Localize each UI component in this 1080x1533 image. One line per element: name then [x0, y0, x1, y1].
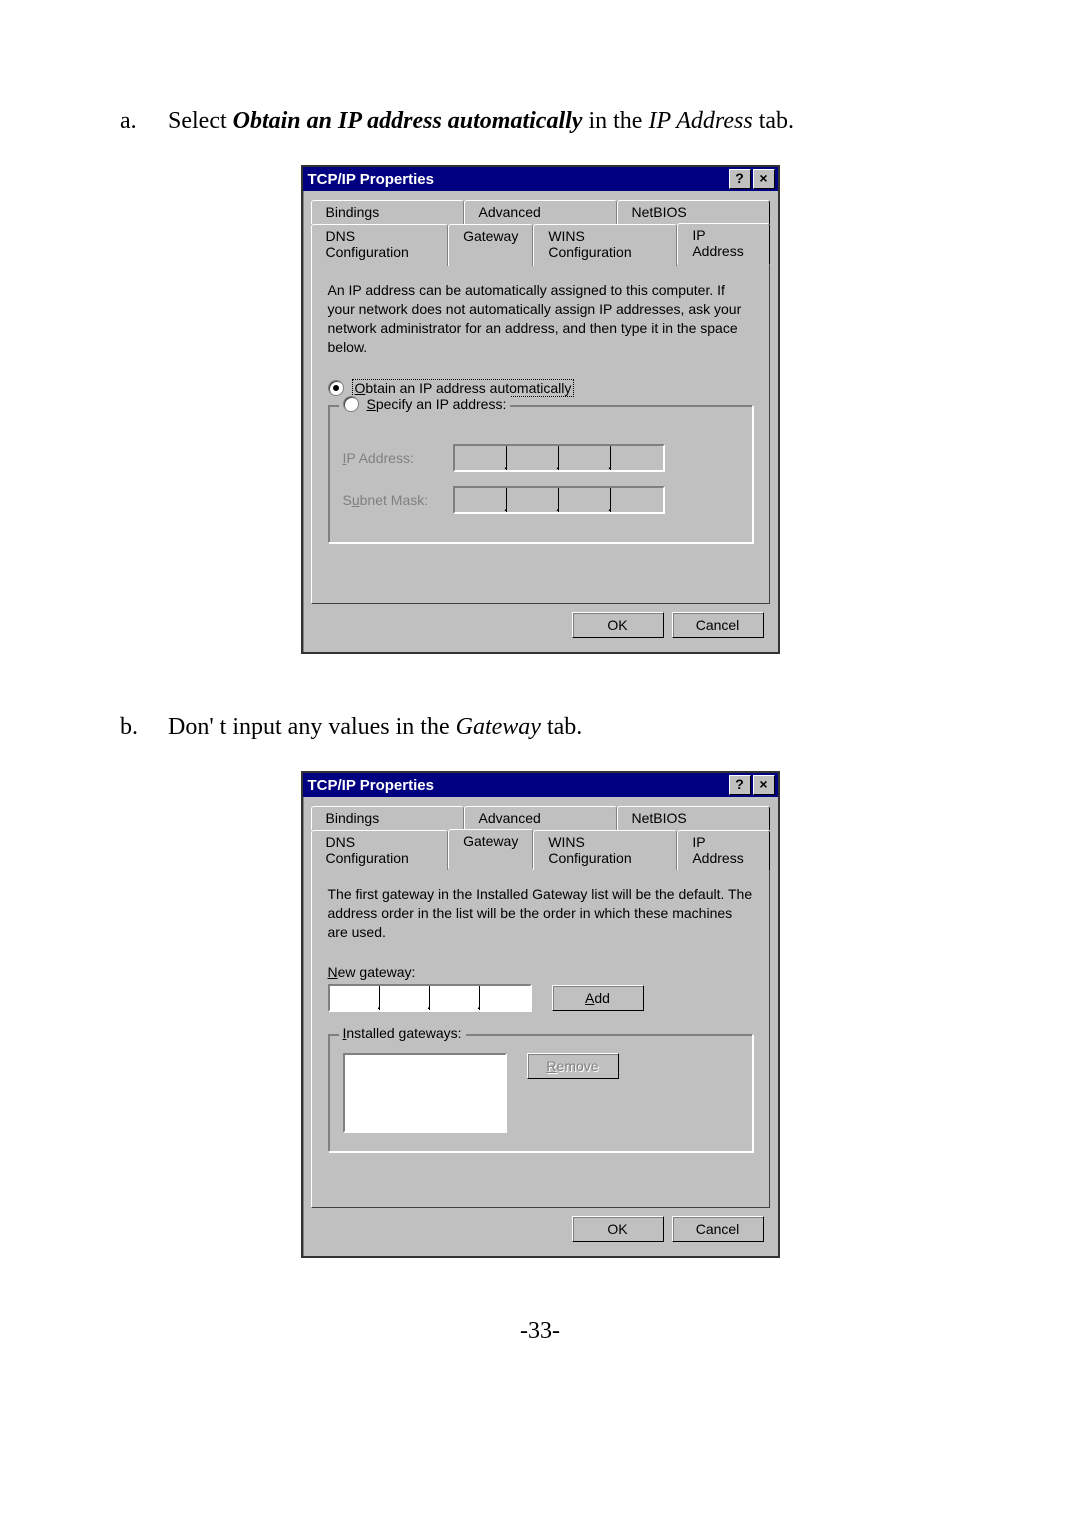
titlebar[interactable]: TCP/IP Properties ? ×	[303, 773, 778, 797]
tab-wins[interactable]: WINS Configuration	[533, 830, 677, 870]
ok-button[interactable]: OK	[572, 1216, 664, 1242]
tab-advanced[interactable]: Advanced	[464, 806, 617, 830]
help-button[interactable]: ?	[729, 169, 751, 189]
close-button[interactable]: ×	[753, 169, 775, 189]
cancel-button[interactable]: Cancel	[672, 1216, 764, 1242]
radio-obtain[interactable]	[328, 380, 344, 396]
add-button[interactable]: Add	[552, 985, 644, 1011]
tab-ipaddress[interactable]: IP Address	[677, 223, 769, 265]
tab-netbios[interactable]: NetBIOS	[617, 806, 770, 830]
instruction-a-text: Select Obtain an IP address automaticall…	[168, 108, 794, 135]
instruction-a: a. Select Obtain an IP address automatic…	[120, 108, 960, 135]
help-button[interactable]: ?	[729, 775, 751, 795]
installed-gateways-list[interactable]	[343, 1053, 507, 1133]
dialog-title: TCP/IP Properties	[306, 777, 727, 794]
tab-netbios[interactable]: NetBIOS	[617, 200, 770, 224]
ip-address-input	[453, 444, 665, 472]
emphasis-gateway: Gateway	[456, 714, 541, 740]
tab-bindings[interactable]: Bindings	[311, 200, 464, 224]
tab-advanced[interactable]: Advanced	[464, 200, 617, 224]
dialog-title: TCP/IP Properties	[306, 171, 727, 188]
radio-specify-label: Specify an IP address:	[367, 396, 507, 412]
tab-panel-gateway: The first gateway in the Installed Gatew…	[311, 868, 770, 1208]
instruction-b: b. Don' t input any values in the Gatewa…	[120, 714, 960, 741]
new-gateway-label: New gateway:	[328, 964, 753, 980]
radio-specify[interactable]	[343, 396, 359, 412]
subnet-mask-input	[453, 486, 665, 514]
list-letter-b: b.	[120, 714, 168, 741]
remove-button: Remove	[527, 1053, 619, 1079]
close-button[interactable]: ×	[753, 775, 775, 795]
tcpip-dialog-ipaddress: TCP/IP Properties ? × Bindings Advanced …	[301, 165, 780, 654]
subnet-mask-label: Subnet Mask:	[343, 492, 453, 508]
ip-address-label: IP Address:	[343, 450, 453, 466]
installed-gateways-label: Installed gateways:	[343, 1025, 462, 1041]
radio-obtain-label: Obtain an IP address automatically	[352, 379, 575, 397]
tab-gateway[interactable]: Gateway	[448, 829, 533, 869]
tcpip-dialog-gateway: TCP/IP Properties ? × Bindings Advanced …	[301, 771, 780, 1258]
specify-ip-group: Specify an IP address: IP Address: Subne…	[328, 405, 753, 543]
new-gateway-input[interactable]	[328, 984, 532, 1012]
tab-gateway[interactable]: Gateway	[448, 224, 533, 266]
tab-bindings[interactable]: Bindings	[311, 806, 464, 830]
tab-wins[interactable]: WINS Configuration	[533, 224, 677, 266]
emphasis-ipaddress: IP Address	[648, 108, 752, 134]
page-number: -33-	[120, 1318, 960, 1345]
emphasis-obtain: Obtain an IP address automatically	[233, 108, 583, 134]
tab-ipaddress[interactable]: IP Address	[677, 830, 769, 870]
tab-dns[interactable]: DNS Configuration	[311, 830, 449, 870]
instruction-b-text: Don' t input any values in the Gateway t…	[168, 714, 582, 741]
titlebar[interactable]: TCP/IP Properties ? ×	[303, 167, 778, 191]
cancel-button[interactable]: Cancel	[672, 612, 764, 638]
list-letter-a: a.	[120, 108, 168, 135]
radio-obtain-row[interactable]: Obtain an IP address automatically	[328, 379, 753, 397]
ok-button[interactable]: OK	[572, 612, 664, 638]
installed-gateways-group: Installed gateways: Remove	[328, 1034, 753, 1152]
ip-description: An IP address can be automatically assig…	[328, 281, 753, 357]
tab-panel-ipaddress: An IP address can be automatically assig…	[311, 264, 770, 604]
gateway-description: The first gateway in the Installed Gatew…	[328, 885, 753, 942]
tab-dns[interactable]: DNS Configuration	[311, 224, 449, 266]
